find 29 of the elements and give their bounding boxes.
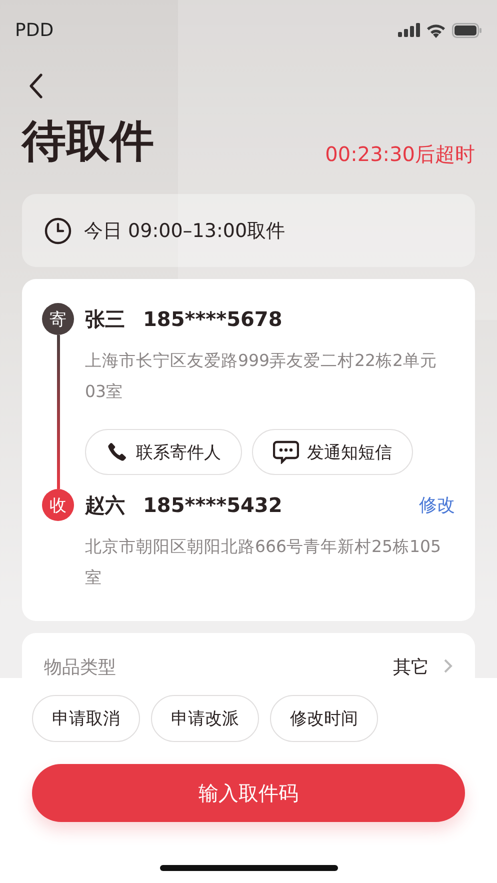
address-text: 上海市长宁区友爱路999弄友爱二村22栋2单元03室 [85,350,438,403]
pickup-time-text: 今日 09:00–13:00取件 [84,218,286,244]
chevron-icon [443,658,453,674]
back-icon[interactable] [28,72,44,100]
phone-number: 185****5678 [143,307,282,331]
phone-number: 185****5432 [143,493,282,517]
action-button[interactable]: 修改时间 [270,695,378,742]
sms-button[interactable]: 发通知短信 [252,429,413,475]
receiver-badge: 收 [42,489,74,521]
enter-code-button[interactable]: 输入取件码 [32,764,465,822]
contact-name: 赵六 [85,492,125,518]
item-type-value: 其它 [393,658,429,678]
carrier-name: PDD [15,20,54,40]
action-button[interactable]: 申请改派 [151,695,259,742]
call-button[interactable]: 联系寄件人 [85,429,242,475]
address-text: 北京市朝阳区朝阳北路666号青年新村25栋105室 [85,536,442,589]
phone-icon [106,441,128,463]
item-type-label: 物品类型 [44,658,116,678]
message-icon [273,440,299,464]
contact-name: 张三 [85,306,125,332]
signal-icon [398,23,420,37]
battery-icon [452,22,482,38]
countdown-text: 00:23:30后超时 [325,141,475,168]
page-title: 待取件 [22,115,154,169]
wifi-icon [426,22,446,38]
action-button[interactable]: 申请取消 [32,695,140,742]
sender-badge: 寄 [42,303,74,335]
edit-link[interactable]: 修改 [419,493,455,517]
clock-icon [44,216,72,244]
